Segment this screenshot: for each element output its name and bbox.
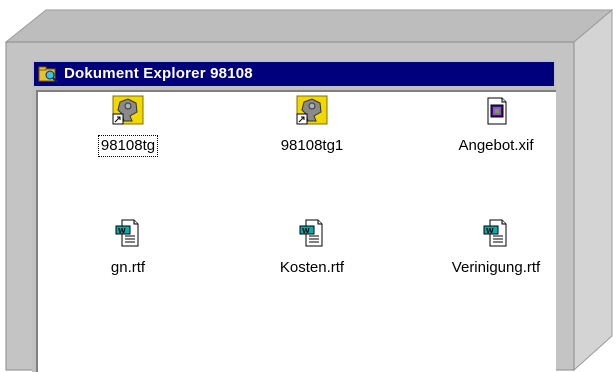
file-name: gn.rtf	[110, 259, 146, 276]
file-name: 98108tg	[97, 135, 159, 157]
rtf-document-icon: W	[483, 219, 507, 247]
explorer-app-icon	[38, 66, 58, 83]
file-item[interactable]: W Kosten.rtf	[252, 216, 372, 278]
file-name: Verinigung.rtf	[451, 259, 541, 276]
file-name: Kosten.rtf	[279, 259, 345, 276]
desktop-stage: Dokument Explorer 98108 98108tg 98108tg1…	[0, 0, 616, 372]
file-item[interactable]: W Verinigung.rtf	[436, 216, 556, 278]
file-item[interactable]: W gn.rtf	[68, 216, 188, 278]
window-titlebar[interactable]: Dokument Explorer 98108	[34, 62, 554, 86]
file-name: Angebot.xif	[458, 137, 534, 154]
rtf-document-icon: W	[299, 219, 323, 247]
file-item[interactable]: Angebot.xif	[436, 94, 556, 156]
svg-text:W: W	[486, 227, 494, 235]
file-item[interactable]: 98108tg	[68, 94, 188, 157]
shortcut-program-icon	[296, 95, 328, 125]
svg-text:W: W	[118, 227, 126, 235]
file-list-pane[interactable]: 98108tg 98108tg1 Angebot.xif W gn.rtf W …	[36, 90, 556, 372]
svg-text:W: W	[302, 227, 310, 235]
file-item[interactable]: 98108tg1	[252, 94, 372, 156]
rtf-document-icon: W	[115, 219, 139, 247]
document-explorer-window: Dokument Explorer 98108 98108tg 98108tg1…	[32, 60, 556, 372]
window-title: Dokument Explorer 98108	[64, 65, 253, 82]
xif-document-icon	[487, 97, 507, 125]
file-name: 98108tg1	[280, 137, 344, 154]
shortcut-program-icon	[112, 95, 144, 125]
